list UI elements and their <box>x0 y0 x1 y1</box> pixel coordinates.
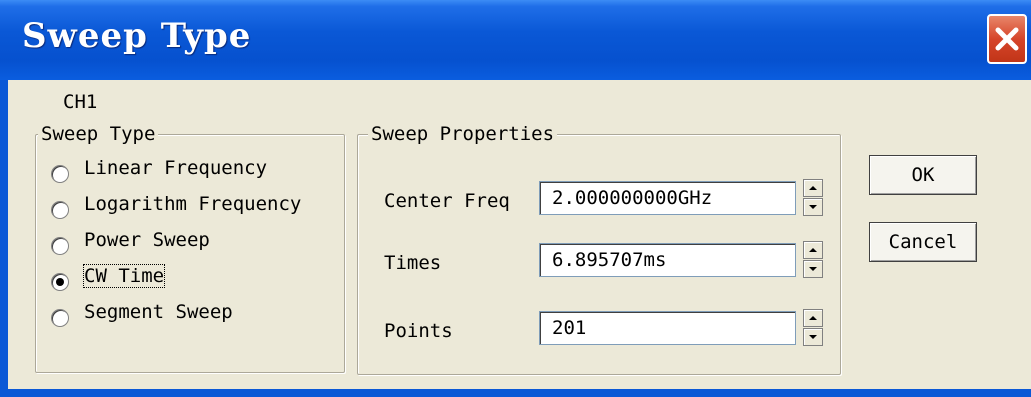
spin-up-button[interactable] <box>803 241 823 259</box>
cancel-button[interactable]: Cancel <box>869 222 977 262</box>
spin-down-arrow-icon <box>809 205 817 209</box>
points-spinner[interactable] <box>803 309 823 347</box>
times-input[interactable] <box>540 244 795 276</box>
ok-button[interactable]: OK <box>869 155 977 195</box>
spin-up-arrow-icon <box>809 316 817 320</box>
points-label: Points <box>384 320 453 342</box>
times-spinner[interactable] <box>803 241 823 279</box>
radio-label[interactable]: CW Time <box>82 264 166 288</box>
spin-down-arrow-icon <box>809 335 817 339</box>
spin-down-button[interactable] <box>803 198 823 216</box>
radio-dot <box>56 278 64 286</box>
sweep-properties-legend: Sweep Properties <box>368 123 558 145</box>
radio-label[interactable]: Logarithm Frequency <box>84 193 301 215</box>
radio-button[interactable] <box>51 237 69 255</box>
radio-button[interactable] <box>51 201 69 219</box>
close-button[interactable] <box>987 14 1027 64</box>
sweep-type-legend: Sweep Type <box>38 123 159 145</box>
radio-button-selected[interactable] <box>51 273 69 291</box>
center-freq-label: Center Freq <box>384 190 510 212</box>
times-field[interactable] <box>539 243 796 277</box>
window-frame-left <box>0 80 8 397</box>
radio-label[interactable]: Power Sweep <box>84 229 210 251</box>
window-frame-bottom <box>0 389 1031 397</box>
window-title: Sweep Type <box>22 16 252 56</box>
center-freq-spinner[interactable] <box>803 179 823 217</box>
spin-up-arrow-icon <box>809 186 817 190</box>
times-label: Times <box>384 252 442 274</box>
sweep-type-dialog: Sweep Type CH1 Sweep Type Linear Frequen… <box>0 0 1031 397</box>
spin-down-button[interactable] <box>803 260 823 278</box>
title-bar[interactable]: Sweep Type <box>0 0 1031 80</box>
radio-label[interactable]: Segment Sweep <box>84 301 233 323</box>
channel-label: CH1 <box>63 91 98 113</box>
center-freq-field[interactable] <box>539 181 796 215</box>
center-freq-input[interactable] <box>540 182 795 214</box>
spin-down-arrow-icon <box>809 267 817 271</box>
radio-button[interactable] <box>51 165 69 183</box>
spin-down-button[interactable] <box>803 328 823 346</box>
close-icon <box>995 27 1019 51</box>
radio-button[interactable] <box>51 309 69 327</box>
spin-up-button[interactable] <box>803 309 823 327</box>
spin-up-arrow-icon <box>809 248 817 252</box>
points-input[interactable] <box>540 312 795 344</box>
spin-up-button[interactable] <box>803 179 823 197</box>
radio-label[interactable]: Linear Frequency <box>84 157 267 179</box>
points-field[interactable] <box>539 311 796 345</box>
